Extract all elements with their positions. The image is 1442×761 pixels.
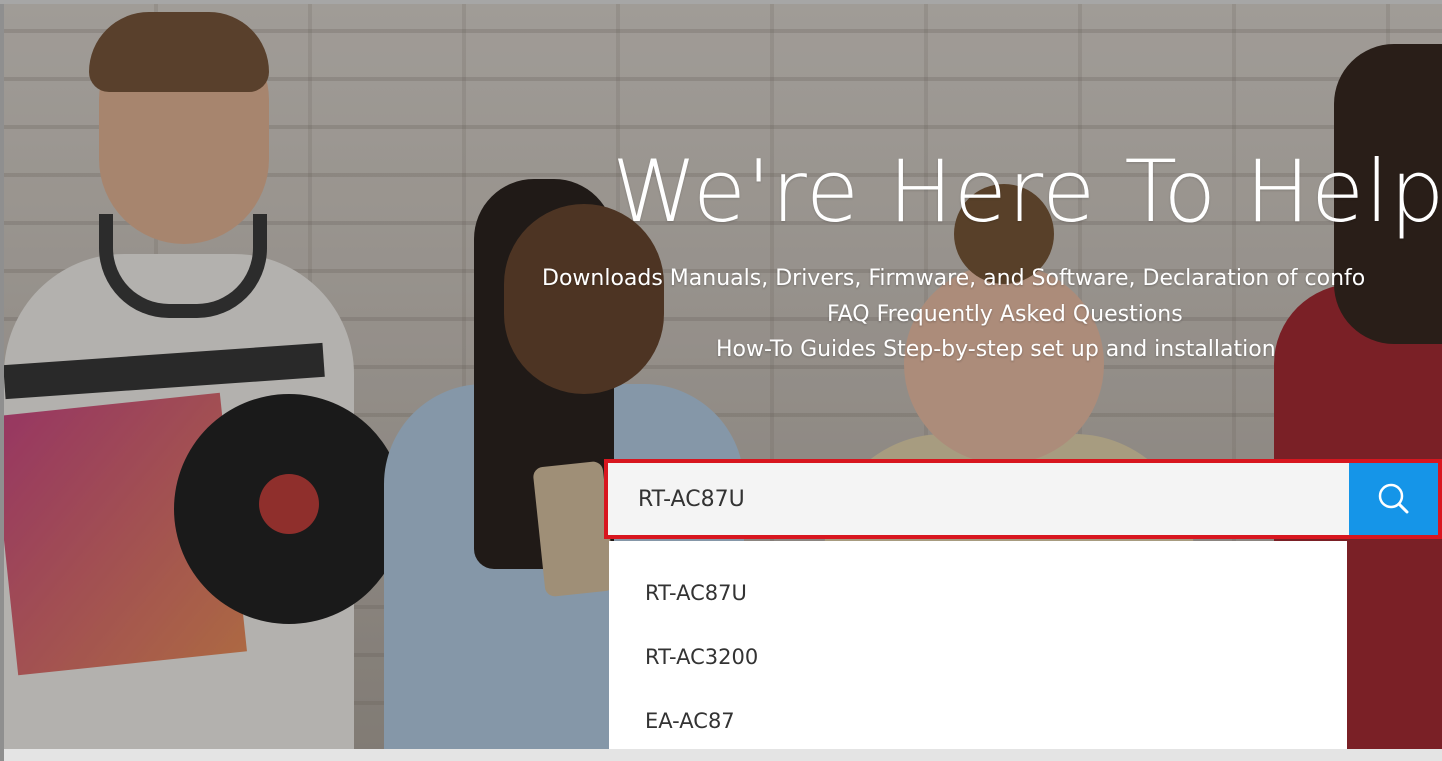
hero-headline: We're Here To Help! xyxy=(612,142,1442,242)
hero-line-faq: FAQ Frequently Asked Questions xyxy=(827,302,1183,327)
suggestion-item[interactable]: RT-AC3200 xyxy=(645,645,758,669)
suggestion-item[interactable]: EA-AC87 xyxy=(645,709,735,733)
suggestion-item[interactable]: RT-AC87U xyxy=(645,581,747,605)
search-icon xyxy=(1378,483,1408,514)
search-input[interactable] xyxy=(608,463,1349,535)
window-border xyxy=(0,0,1442,4)
search-button[interactable] xyxy=(1349,463,1438,535)
hero-line-howto: How-To Guides Step-by-step set up and in… xyxy=(716,337,1276,362)
search-box xyxy=(604,459,1442,539)
search-suggestions: RT-AC87U RT-AC3200 EA-AC87 xyxy=(609,541,1347,761)
content-strip xyxy=(0,749,1442,761)
hero-line-downloads: Downloads Manuals, Drivers, Firmware, an… xyxy=(542,266,1366,291)
window-border xyxy=(0,0,4,761)
page: We're Here To Help! Downloads Manuals, D… xyxy=(0,0,1442,761)
